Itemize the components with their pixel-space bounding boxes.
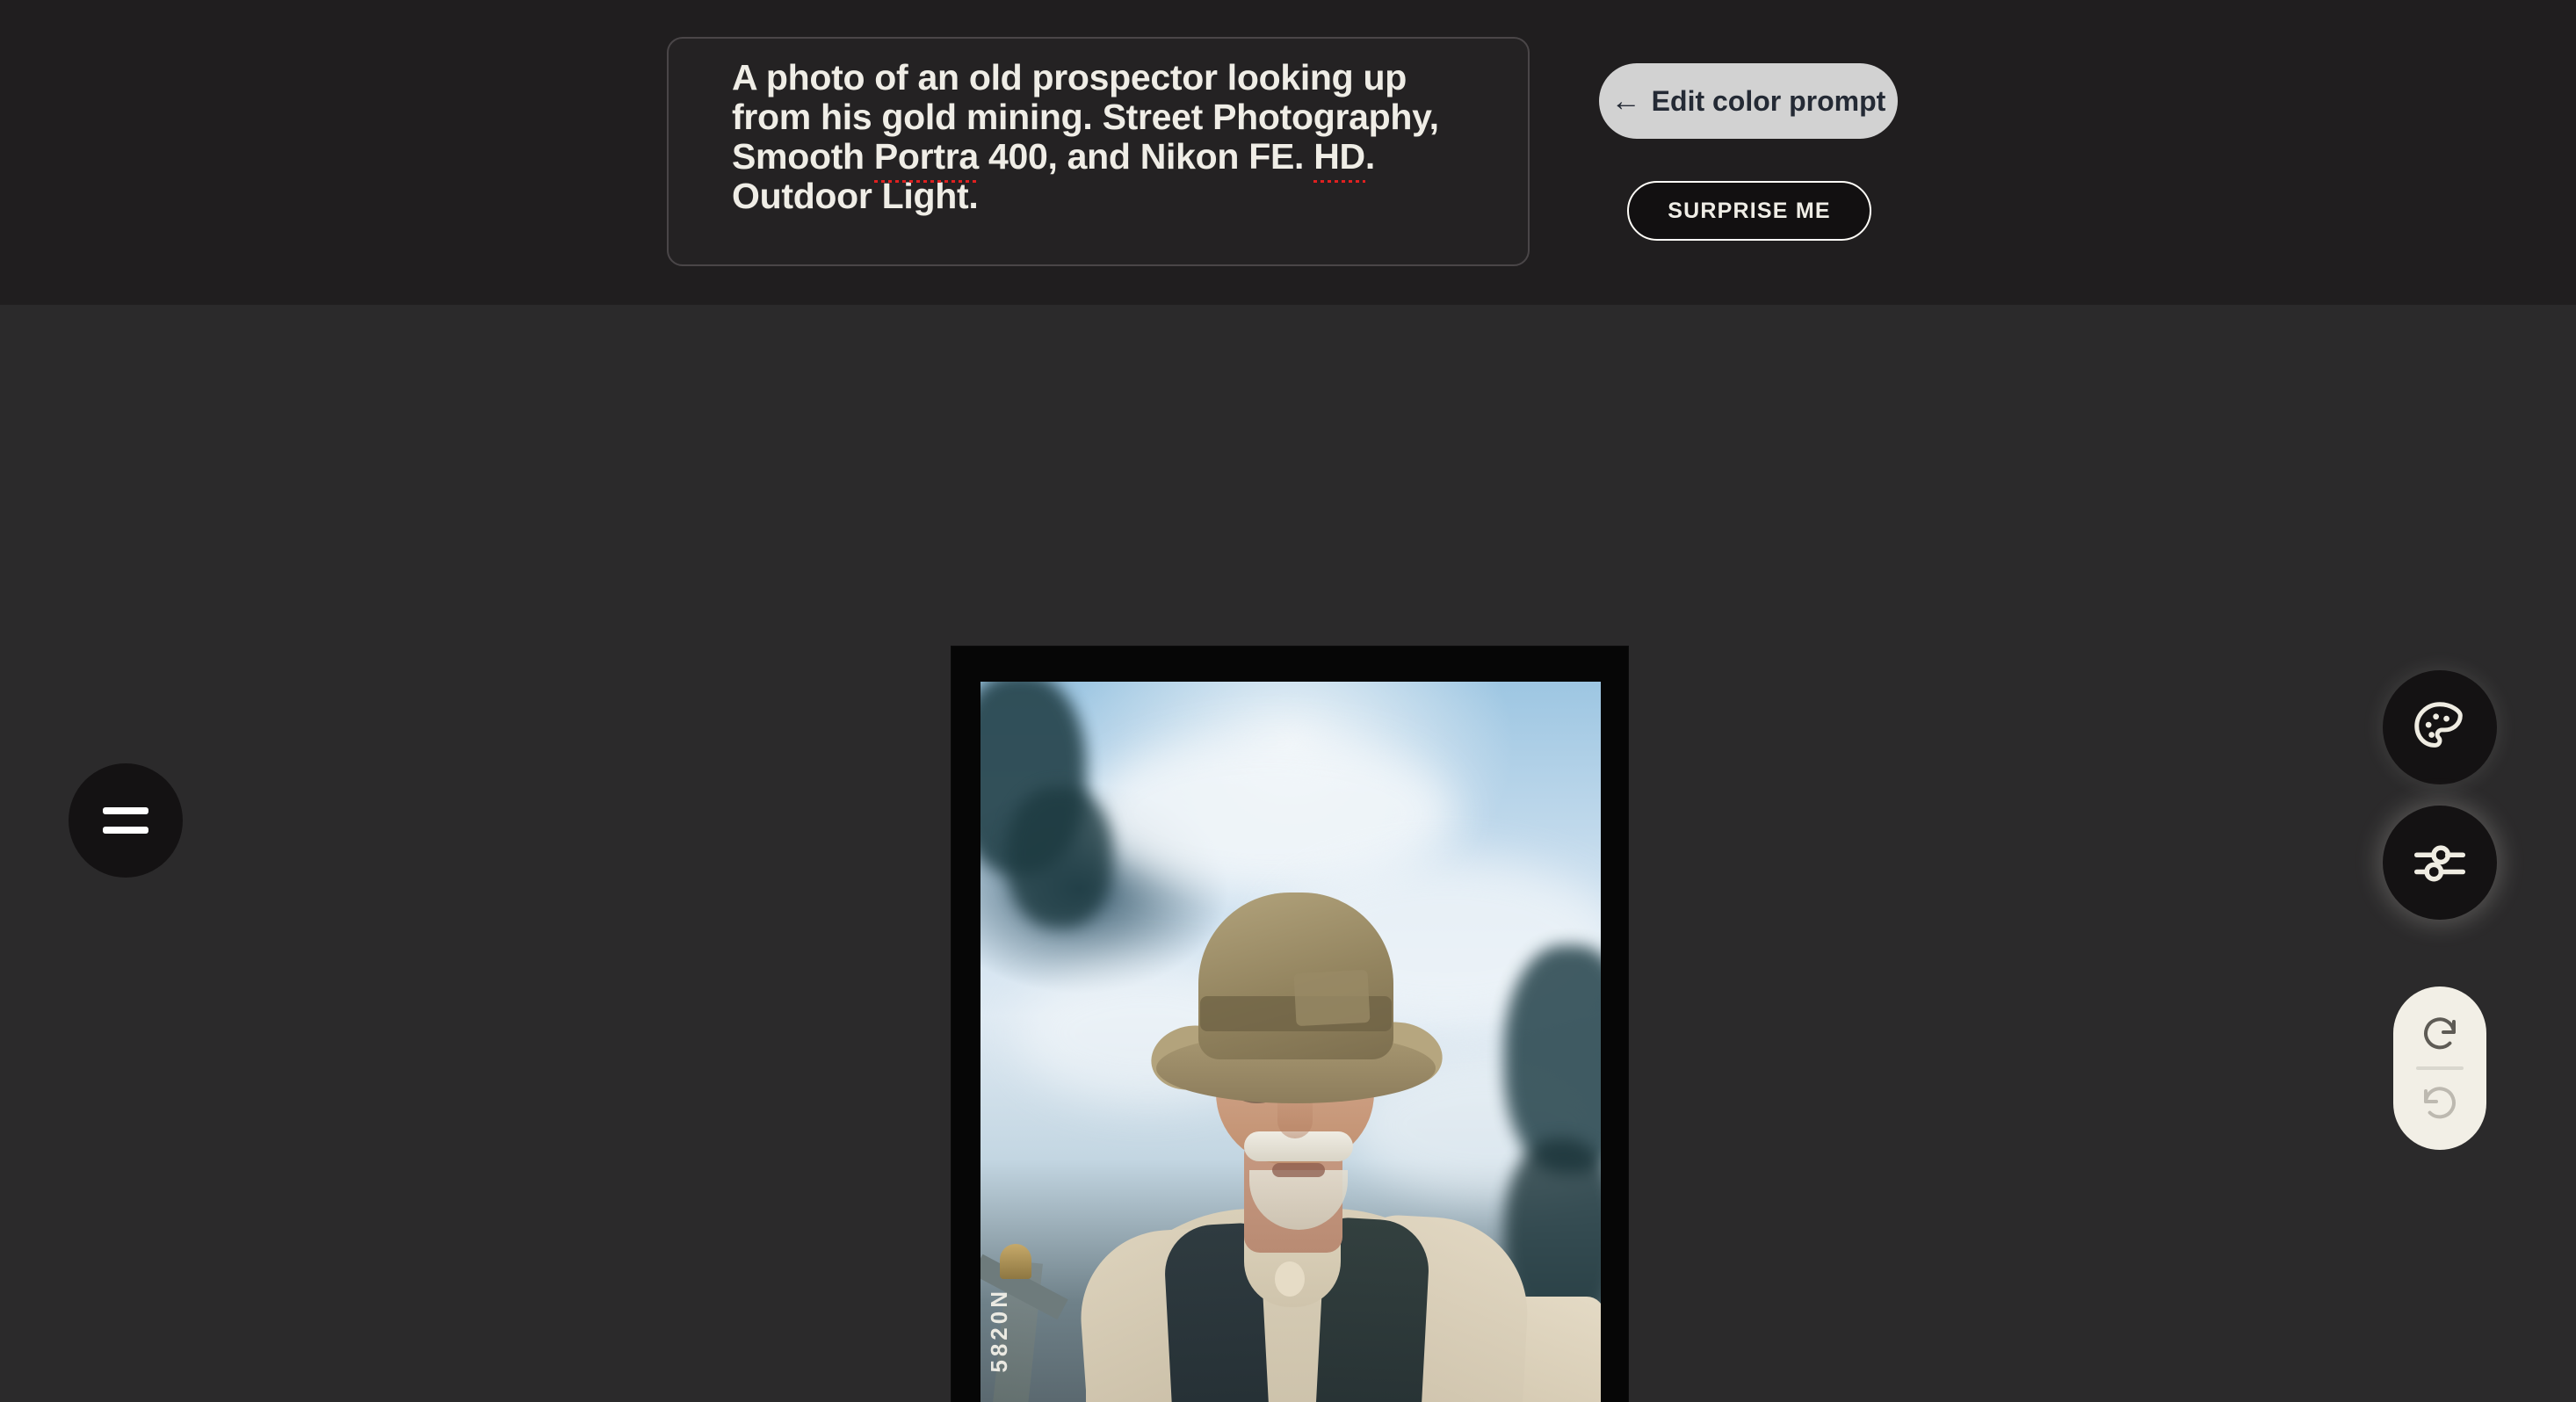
tie-knot — [1275, 1261, 1305, 1297]
prompt-text: A photo of an old prospector looking up … — [732, 58, 1491, 216]
hamburger-icon-line-2 — [103, 827, 148, 834]
surprise-me-button[interactable]: SURPRISE ME — [1627, 181, 1871, 241]
film-edge-code-vertical: 5820N — [986, 1288, 1012, 1373]
top-bar: A photo of an old prospector looking up … — [0, 0, 2576, 305]
sliders-icon — [2413, 845, 2466, 882]
prompt-misspelled-portra: Portra — [873, 136, 979, 177]
history-controls — [2393, 986, 2486, 1150]
prompt-segment-2: 400, and Nikon FE. — [978, 136, 1314, 177]
undo-icon — [2424, 1086, 2456, 1118]
tool-tip — [1000, 1244, 1031, 1279]
adjustments-button[interactable] — [2383, 806, 2497, 920]
prospector-figure — [980, 682, 1601, 1402]
edit-color-prompt-label: Edit color prompt — [1651, 84, 1886, 117]
film-inner: P PALETTE.FM 5820N KODAK — SAFETY — EAST… — [980, 682, 1601, 1402]
redo-icon — [2424, 1016, 2456, 1049]
palette-icon — [2414, 702, 2463, 748]
hamburger-icon-line-1 — [103, 807, 148, 814]
generated-image[interactable]: P PALETTE.FM — [980, 682, 1601, 1402]
image-frame: P PALETTE.FM 5820N KODAK — SAFETY — EAST… — [952, 647, 1628, 1402]
undo-button[interactable] — [2393, 1070, 2486, 1136]
palette-button[interactable] — [2383, 670, 2497, 784]
edit-color-prompt-button[interactable]: ← Edit color prompt — [1599, 63, 1898, 139]
prompt-misspelled-hd: HD — [1313, 136, 1365, 177]
canvas-stage: P PALETTE.FM 5820N KODAK — SAFETY — EAST… — [0, 305, 2576, 1402]
redo-button[interactable] — [2393, 1001, 2486, 1066]
prompt-input[interactable]: A photo of an old prospector looking up … — [667, 37, 1530, 266]
mouth — [1272, 1163, 1325, 1177]
arrow-left-icon: ← — [1610, 84, 1641, 118]
hat-patch — [1293, 969, 1371, 1027]
app-root: A photo of an old prospector looking up … — [0, 0, 2576, 1402]
menu-button[interactable] — [69, 763, 183, 878]
